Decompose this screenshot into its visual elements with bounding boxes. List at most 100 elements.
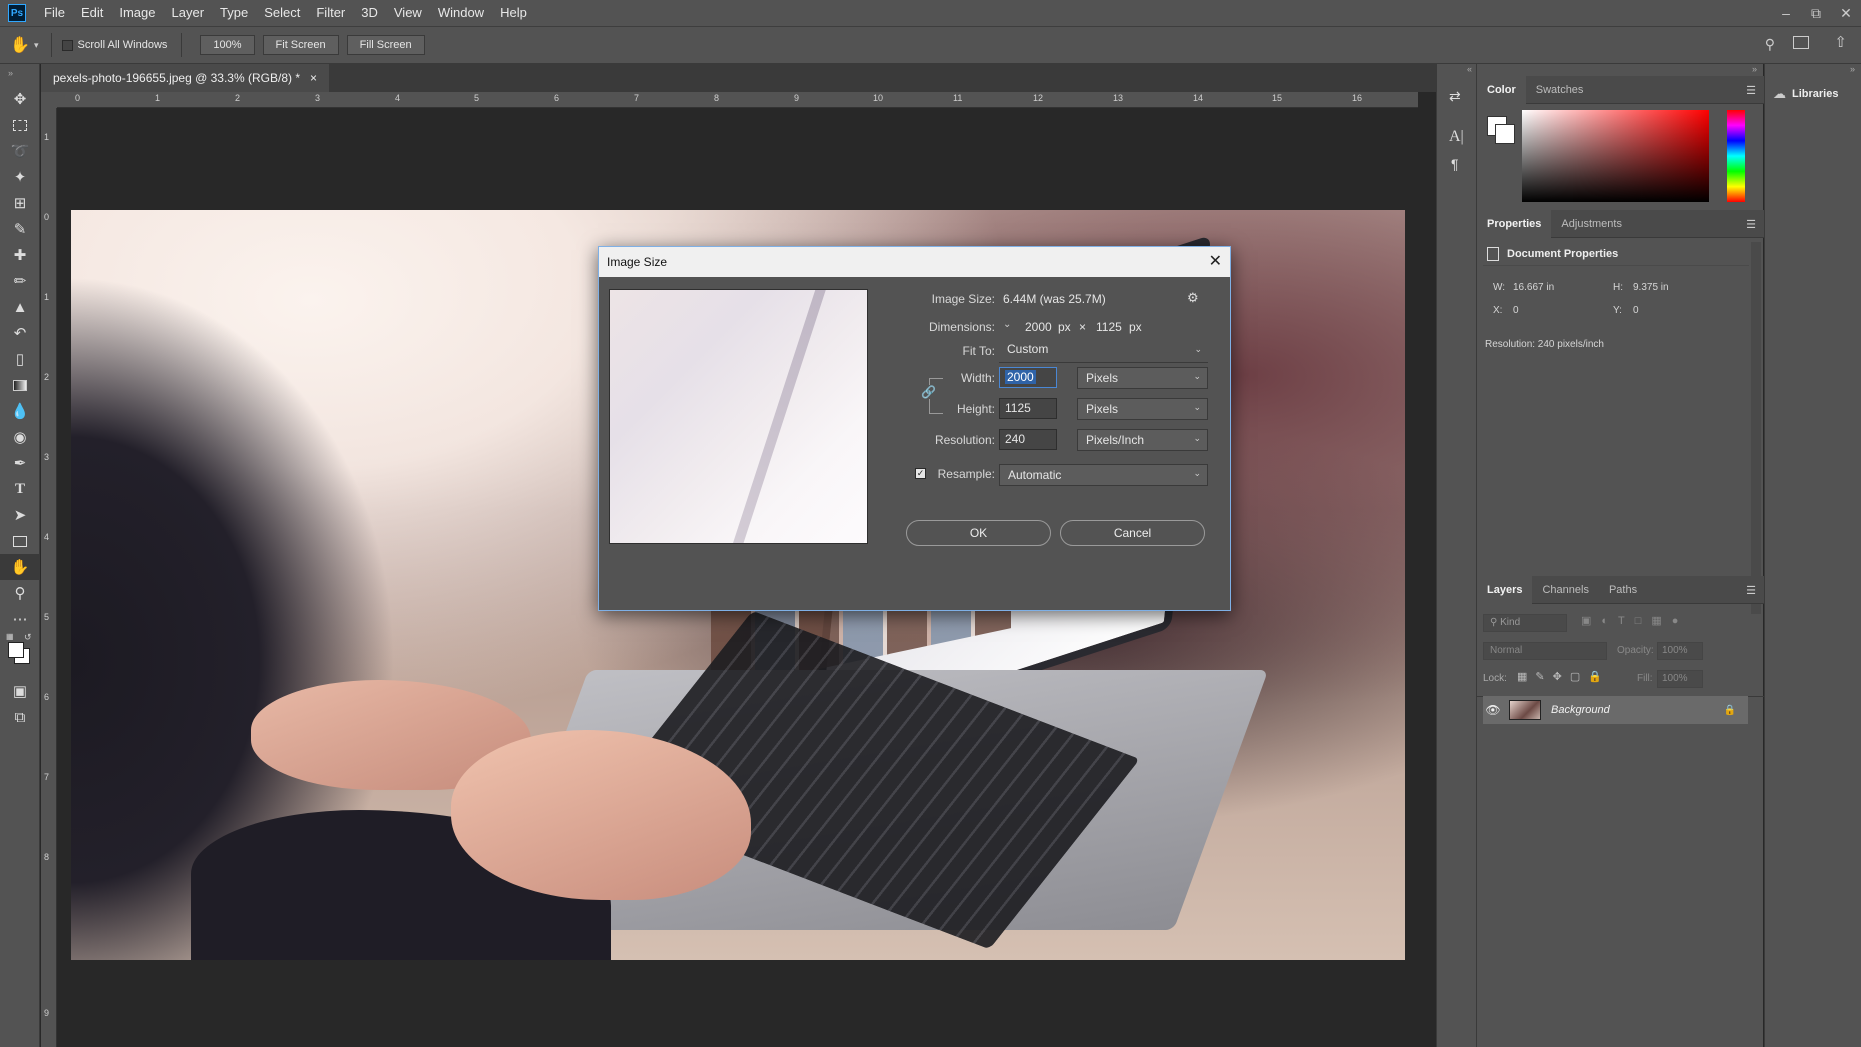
fit-screen-button[interactable]: Fit Screen <box>262 35 339 55</box>
menu-3d[interactable]: 3D <box>353 0 386 26</box>
workspace-icon[interactable] <box>1793 36 1809 49</box>
panel-collapse-icon[interactable]: » <box>1850 64 1855 74</box>
cancel-button[interactable]: Cancel <box>1060 520 1205 546</box>
magic-wand-tool-icon[interactable]: ✦ <box>0 164 40 190</box>
tab-paths[interactable]: Paths <box>1599 576 1647 604</box>
hue-slider[interactable] <box>1727 110 1745 202</box>
width-unit-select[interactable]: Pixels ⌄ <box>1077 367 1208 389</box>
ruler-corner[interactable] <box>41 92 57 108</box>
resample-select[interactable]: Automatic ⌄ <box>999 464 1208 486</box>
menu-help[interactable]: Help <box>492 0 535 26</box>
width-input[interactable]: 2000 <box>999 367 1057 388</box>
tab-color[interactable]: Color <box>1477 75 1526 104</box>
dialog-title-bar[interactable]: Image Size ✕ <box>599 247 1230 277</box>
close-button[interactable]: ✕ <box>1831 0 1861 26</box>
move-tool-icon[interactable]: ✥ <box>0 86 40 112</box>
menu-select[interactable]: Select <box>256 0 308 26</box>
eraser-tool-icon[interactable]: ▯ <box>0 346 40 372</box>
rectangle-tool-icon[interactable] <box>0 528 40 554</box>
more-tools-icon[interactable]: ⋯ <box>0 606 40 632</box>
history-panel-icon[interactable]: ⇄ <box>1449 88 1461 105</box>
minimize-button[interactable]: – <box>1771 0 1801 26</box>
marquee-tool-icon[interactable] <box>0 112 40 138</box>
menu-file[interactable]: File <box>36 0 73 26</box>
document-tab[interactable]: pexels-photo-196655.jpeg @ 33.3% (RGB/8)… <box>41 64 330 92</box>
libraries-button[interactable]: ☁ Libraries <box>1773 86 1838 102</box>
screen-mode-icon[interactable]: ⧉ <box>0 704 40 730</box>
properties-scrollbar[interactable] <box>1751 242 1761 614</box>
menu-edit[interactable]: Edit <box>73 0 111 26</box>
gradient-tool-icon[interactable] <box>0 372 40 398</box>
settings-gear-icon[interactable]: ⚙ <box>1187 290 1199 306</box>
y-value[interactable]: 0 <box>1633 305 1639 316</box>
dodge-tool-icon[interactable]: ◉ <box>0 424 40 450</box>
color-field[interactable] <box>1522 110 1709 202</box>
menu-filter[interactable]: Filter <box>308 0 353 26</box>
tab-swatches[interactable]: Swatches <box>1526 76 1594 104</box>
layer-kind-filter[interactable]: ⚲ Kind <box>1483 614 1567 632</box>
search-icon[interactable]: ⚲ <box>1765 36 1775 53</box>
menu-window[interactable]: Window <box>430 0 492 26</box>
restore-button[interactable]: ⧉ <box>1801 0 1831 26</box>
opacity-input[interactable]: 100% <box>1657 642 1703 660</box>
close-tab-icon[interactable]: × <box>310 71 317 85</box>
layer-filter-icons[interactable]: ▣◐T□▦● <box>1581 614 1688 627</box>
character-panel-icon[interactable]: A| <box>1449 128 1464 146</box>
menu-layer[interactable]: Layer <box>164 0 213 26</box>
panel-menu-icon[interactable]: ☰ <box>1746 584 1756 597</box>
resample-checkbox[interactable]: ✓ <box>915 468 926 479</box>
constrain-proportions-link-icon[interactable]: 🔗 <box>921 385 936 399</box>
clone-stamp-tool-icon[interactable]: ▲ <box>0 294 40 320</box>
zoom-100-button[interactable]: 100% <box>200 35 255 55</box>
blend-mode-select[interactable]: Normal <box>1483 642 1607 660</box>
quick-mask-icon[interactable]: ▣ <box>0 678 40 704</box>
fill-screen-button[interactable]: Fill Screen <box>346 35 425 55</box>
resolution-unit-select[interactable]: Pixels/Inch ⌄ <box>1077 429 1208 451</box>
preset-dropdown-icon[interactable]: ▾ <box>34 40 39 51</box>
swap-colors-icon[interactable]: ↺ <box>24 632 32 643</box>
menu-view[interactable]: View <box>386 0 430 26</box>
fill-input[interactable]: 100% <box>1657 670 1703 688</box>
horizontal-ruler[interactable]: 0 1 2 3 4 5 6 7 8 9 10 11 12 13 14 15 16 <box>57 92 1418 108</box>
fit-to-select[interactable]: Custom ⌄ <box>999 341 1208 363</box>
tab-channels[interactable]: Channels <box>1532 576 1598 604</box>
layer-name[interactable]: Background <box>1551 704 1610 716</box>
layer-row-background[interactable]: 👁 Background 🔒 <box>1483 696 1748 724</box>
tools-collapse-icon[interactable]: » <box>0 64 39 86</box>
height-input[interactable]: 1125 <box>999 398 1057 419</box>
lock-options-icons[interactable]: ▦✎✥▢🔒 <box>1517 670 1610 683</box>
dialog-close-icon[interactable]: ✕ <box>1209 251 1222 271</box>
scroll-all-windows-checkbox[interactable] <box>61 39 73 51</box>
lasso-tool-icon[interactable]: ➰ <box>0 138 40 164</box>
panel-collapse-icon[interactable]: « <box>1467 64 1472 74</box>
tab-adjustments[interactable]: Adjustments <box>1551 210 1632 238</box>
hand-tool-icon[interactable]: ✋ <box>0 554 40 580</box>
path-selection-tool-icon[interactable]: ➤ <box>0 502 40 528</box>
healing-brush-tool-icon[interactable]: ✚ <box>0 242 40 268</box>
background-color-swatch[interactable] <box>1495 124 1515 144</box>
tab-properties[interactable]: Properties <box>1477 209 1552 238</box>
brush-tool-icon[interactable]: ✏ <box>0 268 40 294</box>
ok-button[interactable]: OK <box>906 520 1051 546</box>
panel-menu-icon[interactable]: ☰ <box>1746 84 1756 97</box>
share-icon[interactable]: ⇧ <box>1834 33 1847 51</box>
visibility-eye-icon[interactable]: 👁 <box>1483 703 1503 717</box>
zoom-tool-icon[interactable]: ⚲ <box>0 580 40 606</box>
crop-tool-icon[interactable]: ⊞ <box>0 190 40 216</box>
pen-tool-icon[interactable]: ✒ <box>0 450 40 476</box>
blur-tool-icon[interactable]: 💧 <box>0 398 40 424</box>
menu-type[interactable]: Type <box>212 0 256 26</box>
height-unit-select[interactable]: Pixels ⌄ <box>1077 398 1208 420</box>
resolution-input[interactable]: 240 <box>999 429 1057 450</box>
type-tool-icon[interactable]: T <box>0 476 40 502</box>
eyedropper-tool-icon[interactable]: ✎ <box>0 216 40 242</box>
h-value[interactable]: 9.375 in <box>1633 282 1669 293</box>
image-preview[interactable] <box>609 289 868 544</box>
dimensions-unit-chevron-icon[interactable]: ⌄ <box>1003 319 1011 330</box>
foreground-color-swatch[interactable] <box>8 642 24 658</box>
history-brush-tool-icon[interactable]: ↶ <box>0 320 40 346</box>
panel-menu-icon[interactable]: ☰ <box>1746 218 1756 231</box>
vertical-ruler[interactable]: 1 0 1 2 3 4 5 6 7 8 9 <box>41 108 57 1047</box>
panel-expand-icon[interactable]: » <box>1752 64 1757 74</box>
default-colors-icon[interactable]: ▦ <box>6 632 14 641</box>
